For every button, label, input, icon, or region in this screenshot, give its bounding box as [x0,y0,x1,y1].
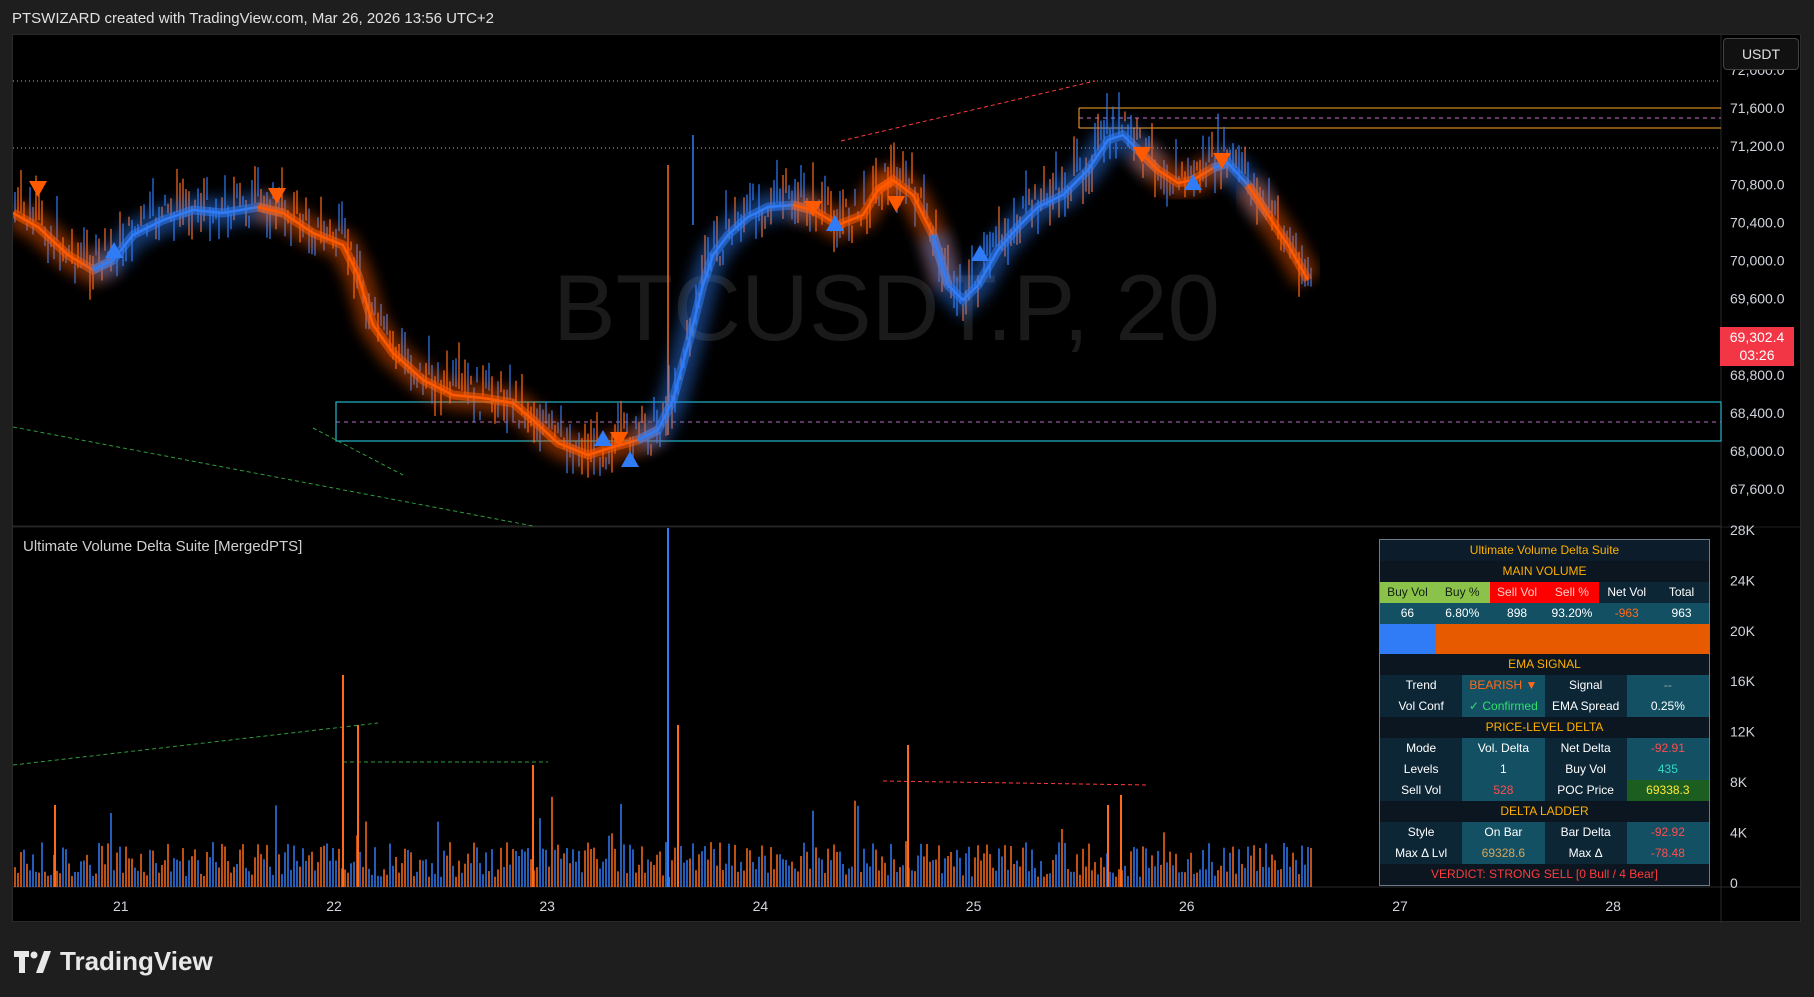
price-tick: 67,600.0 [1730,481,1785,497]
time-tick: 21 [113,898,129,914]
verdict: VERDICT: STRONG SELL [0 Bull / 4 Bear] [1380,864,1709,885]
price-tick: 68,400.0 [1730,405,1785,421]
last-price-badge: 69,302.4 03:26 [1720,327,1794,366]
sell-share-fill [1435,624,1709,654]
sell-signal-marker [29,181,47,197]
maxlvl-value: 69328.6 [1462,843,1545,864]
brand-name: TradingView [60,946,213,976]
style-label: Style [1380,822,1463,843]
buy-share-fill [1380,624,1436,654]
price-tick: 69,600.0 [1730,291,1785,307]
hdr-sell-pct: Sell % [1544,582,1600,603]
sellvol-value: 528 [1462,780,1545,801]
maxd-label: Max Δ [1544,843,1627,864]
time-tick: 25 [966,898,982,914]
sellvol-label: Sell Vol [1380,780,1463,801]
maxd-value: -78.48 [1626,843,1709,864]
section-main-volume: MAIN VOLUME [1380,561,1709,582]
volconf-label: Vol Conf [1380,696,1463,717]
volume-axis[interactable]: 28K 24K 20K 16K 12K 8K 4K 0 [1730,522,1756,891]
tradingview-logo[interactable]: TradingView [14,946,213,977]
section-ema-signal: EMA SIGNAL [1380,654,1709,675]
price-tick: 71,600.0 [1730,100,1785,116]
panel-title: Ultimate Volume Delta Suite [1380,540,1709,561]
price-tick: 71,200.0 [1730,138,1785,154]
time-tick: 24 [753,898,769,914]
volume-tick: 16K [1730,673,1756,689]
bar-countdown: 03:26 [1739,347,1775,363]
volconf-value: ✓ Confirmed [1462,696,1545,717]
volume-tick: 4K [1730,824,1748,840]
time-tick: 27 [1392,898,1408,914]
time-tick: 26 [1179,898,1195,914]
volume-tick: 12K [1730,724,1756,740]
poc-label: POC Price [1544,780,1627,801]
price-tick: 70,000.0 [1730,253,1785,269]
currency-button[interactable]: USDT [1723,38,1799,70]
val-total: 963 [1671,606,1692,620]
val-net-vol: -963 [1614,606,1639,620]
bardelta-label: Bar Delta [1544,822,1627,843]
indicator-name[interactable]: Ultimate Volume Delta Suite [MergedPTS] [23,538,302,555]
chart-title: PTSWIZARD created with TradingView.com, … [12,10,495,27]
buy-sell-ratio-bar [1380,624,1709,654]
mode-label: Mode [1380,738,1463,759]
val-buy-pct: 6.80% [1445,606,1480,620]
volume-tick: 24K [1730,572,1756,588]
volume-tick: 20K [1730,623,1756,639]
mode-value: Vol. Delta [1462,738,1545,759]
section-delta-ladder: DELTA LADDER [1380,801,1709,822]
levels-label: Levels [1380,759,1463,780]
time-tick: 23 [539,898,555,914]
val-sell-pct: 93.20% [1551,606,1593,620]
trendline [840,80,1096,142]
poc-value: 69338.3 [1626,780,1709,801]
time-tick: 22 [326,898,342,914]
style-value: On Bar [1462,822,1545,843]
netdelta-value: -92.91 [1626,738,1709,759]
hdr-buy-pct: Buy % [1434,582,1490,603]
buyvol-label: Buy Vol [1544,759,1627,780]
price-tick: 68,800.0 [1730,367,1785,383]
price-axis[interactable]: 72,000.071,600.071,200.070,800.070,400.0… [1730,62,1785,497]
netdelta-label: Net Delta [1544,738,1627,759]
volume-tick: 28K [1730,522,1756,538]
maxlvl-label: Max Δ Lvl [1380,843,1463,864]
val-sell-vol: 898 [1507,606,1528,620]
val-buy-vol: 66 [1400,606,1415,620]
trendline [13,426,534,527]
hdr-net-vol: Net Vol [1599,582,1655,603]
symbol-watermark: BTCUSDT.P, 20 [553,255,1220,360]
time-axis[interactable]: 21 22 23 24 25 26 27 28 [113,898,1621,914]
price-tick: 68,000.0 [1730,443,1785,459]
bardelta-value: -92.92 [1626,822,1709,843]
volume-bars [14,528,1312,887]
trend-label: Trend [1380,675,1463,696]
price-tick: 70,400.0 [1730,214,1785,230]
signal-value: -- [1626,675,1709,696]
price-tick: 70,800.0 [1730,176,1785,192]
section-price-level-delta: PRICE-LEVEL DELTA [1380,717,1709,738]
trend-value: BEARISH ▼ [1462,675,1545,696]
levels-value: 1 [1462,759,1545,780]
volume-tick: 0 [1730,875,1738,891]
hdr-sell-vol: Sell Vol [1489,582,1545,603]
volume-tick: 8K [1730,774,1748,790]
tv-logo-icon [14,950,51,973]
buyvol-value: 435 [1626,759,1709,780]
time-tick: 28 [1605,898,1621,914]
last-price: 69,302.4 [1729,329,1785,345]
hdr-total: Total [1654,582,1709,603]
spread-label: EMA Spread [1544,696,1627,717]
delta-suite-panel: Ultimate Volume Delta Suite MAIN VOLUME … [1379,539,1710,886]
spread-value: 0.25% [1626,696,1709,717]
hdr-buy-vol: Buy Vol [1380,582,1435,603]
signal-label: Signal [1544,675,1627,696]
